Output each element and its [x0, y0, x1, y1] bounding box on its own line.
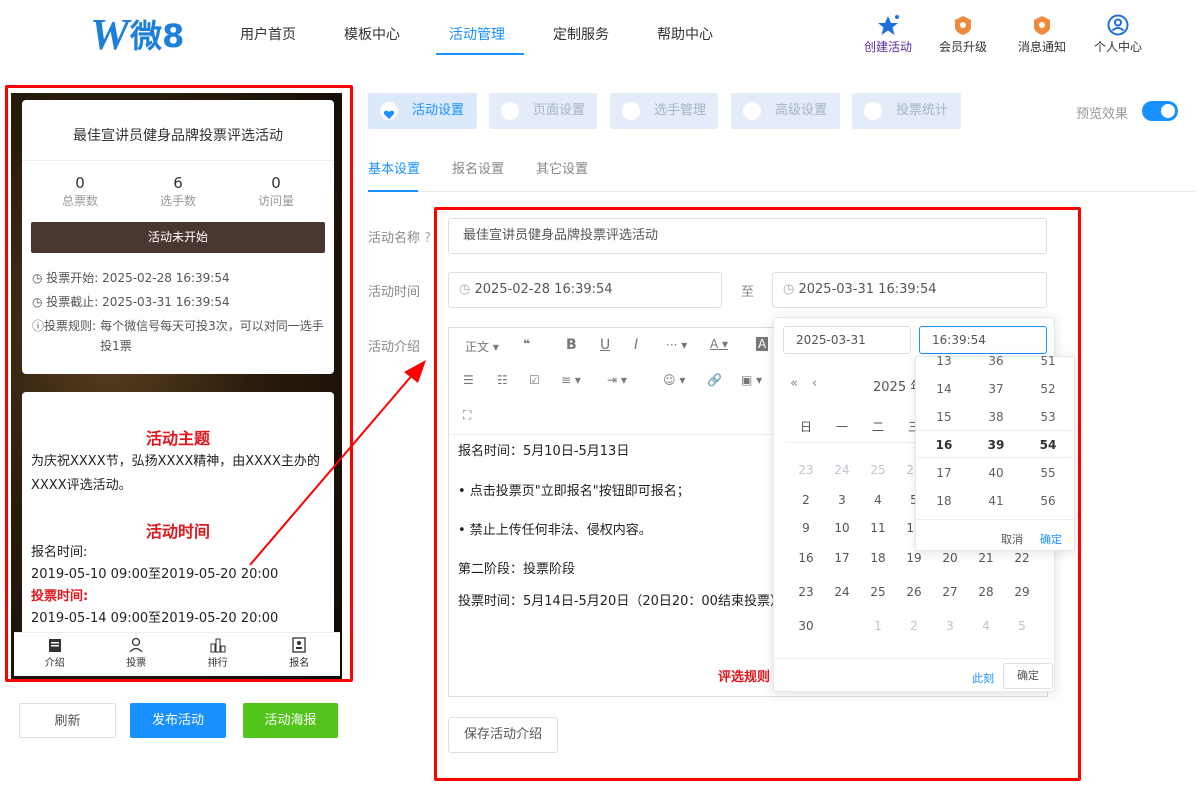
tab-advanced[interactable]: 高级设置	[731, 93, 840, 129]
stat-total-votes: 0 总票数	[61, 174, 98, 208]
tab-signup[interactable]: 报名	[259, 633, 341, 676]
preview-toggle-label: 预览效果	[1076, 107, 1129, 122]
preview-tabbar: 介绍 投票 排行 报名	[14, 632, 340, 676]
signup-icon	[292, 637, 306, 653]
tab-vote[interactable]: 投票	[96, 633, 178, 676]
nav-activity[interactable]: 活动管理	[449, 24, 505, 44]
signup-label: 报名时间:	[31, 545, 88, 560]
stats-icon	[864, 102, 882, 120]
nav-active-indicator	[436, 53, 524, 55]
star-icon	[878, 15, 899, 35]
logo[interactable]: W 微8	[90, 10, 184, 59]
ranking-icon	[210, 638, 226, 653]
subtab-signup[interactable]: 报名设置	[452, 158, 504, 177]
user-icon	[1107, 14, 1129, 36]
person-icon	[622, 102, 640, 120]
heart-icon	[380, 102, 398, 120]
badge-icon	[955, 16, 971, 35]
activity-title: 最佳宣讲员健身品牌投票评选活动	[73, 128, 283, 144]
tab-intro[interactable]: 介绍	[14, 633, 96, 676]
person-icon	[129, 637, 143, 653]
vote-end-info: ◷ 投票截止: 2025-03-31 16:39:54	[32, 295, 230, 309]
tab-contestants[interactable]: 选手管理	[610, 93, 718, 129]
poster-button[interactable]: 活动海报	[243, 703, 338, 738]
nav-custom[interactable]: 定制服务	[553, 24, 609, 44]
tab-page-settings[interactable]: 页面设置	[489, 93, 597, 129]
tab-ranking[interactable]: 排行	[177, 633, 259, 676]
signup-value: 2019-05-10 09:00至2019-05-20 20:00	[31, 567, 279, 582]
clock-icon: ◷	[32, 271, 47, 285]
page-icon	[501, 102, 519, 120]
theme-text: 为庆祝XXXX节，弘扬XXXX精神，由XXXX主办的XXXX评选活动。	[31, 454, 320, 493]
vote-time-value: 2019-05-14 09:00至2019-05-20 20:00	[31, 611, 279, 626]
vote-time-label: 投票时间:	[31, 589, 89, 604]
subtab-other[interactable]: 其它设置	[536, 158, 588, 177]
subtab-indicator	[368, 190, 418, 192]
advanced-icon	[743, 102, 761, 120]
vote-rules-info: ⓘ 投票规则: 每个微信号每天可投3次，可以对同一选手投1票	[32, 316, 328, 356]
clock-icon: ◷	[32, 295, 47, 309]
help-icon: ?	[424, 231, 432, 246]
activity-detail-card: 活动主题 为庆祝XXXX节，弘扬XXXX精神，由XXXX主办的XXXX评选活动。…	[22, 392, 334, 642]
nav-help[interactable]: 帮助中心	[657, 24, 713, 44]
tab-activity-settings[interactable]: 活动设置	[368, 93, 477, 129]
activity-summary-card: 最佳宣讲员健身品牌投票评选活动 0 总票数 6 选手数 0 访问量 活动未开始 ◷ 投…	[22, 100, 334, 374]
tab-vote-stats[interactable]: 投票统计	[852, 93, 961, 129]
time-heading: 活动时间	[145, 522, 210, 541]
refresh-button[interactable]: 刷新	[19, 703, 116, 738]
notifications-button[interactable]: 消息通知	[1007, 14, 1077, 55]
subtab-basic[interactable]: 基本设置	[368, 158, 420, 177]
create-activity-button[interactable]: 创建活动	[853, 14, 923, 55]
name-label: 活动名称 ?	[368, 231, 432, 246]
preview-toggle[interactable]	[1142, 101, 1178, 121]
badge-icon	[1034, 16, 1050, 35]
document-icon	[48, 639, 61, 652]
profile-button[interactable]: 个人中心	[1083, 14, 1153, 55]
vote-start-info: ◷ 投票开始: 2025-02-28 16:39:54	[32, 271, 230, 285]
form-highlight-frame	[434, 207, 1081, 781]
status-badge: 活动未开始	[31, 222, 325, 253]
publish-button[interactable]: 发布活动	[130, 703, 226, 738]
nav-home[interactable]: 用户首页	[240, 24, 296, 44]
stat-contestants: 6 选手数	[159, 174, 196, 208]
intro-label: 活动介绍	[368, 340, 421, 355]
member-upgrade-button[interactable]: 会员升级	[928, 14, 998, 55]
theme-heading: 活动主题	[145, 429, 210, 448]
info-icon: ⓘ	[32, 319, 45, 333]
nav-templates[interactable]: 模板中心	[344, 24, 400, 44]
stat-visits: 0 访问量	[257, 174, 294, 208]
time-label: 活动时间	[368, 285, 421, 300]
